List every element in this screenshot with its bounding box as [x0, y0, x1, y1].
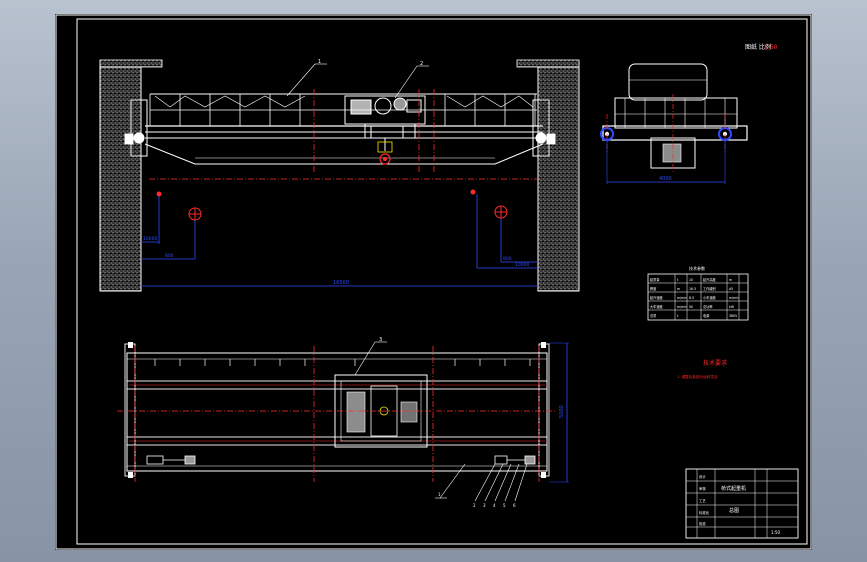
tech-row-3-c2: m/min	[677, 296, 687, 300]
callout-list-2: 2	[473, 503, 476, 508]
tech-row-5-c5: 380V	[729, 314, 738, 318]
plan-centre-lines	[117, 346, 555, 482]
tech-row-5-c2: t	[677, 314, 679, 318]
dim-span: 16500	[333, 280, 349, 286]
tech-row-2-c1: 跨度	[650, 286, 657, 291]
callout-list-6: 6	[513, 503, 516, 508]
plan-gearbox	[400, 401, 418, 423]
tech-row-4-c5: kW	[729, 305, 735, 309]
side-rail-frame	[614, 97, 738, 129]
scale-value: 1:50	[764, 44, 778, 51]
right-hook-symbol	[470, 189, 508, 219]
hook-block	[377, 138, 393, 165]
dim-left-lift: 10000	[143, 236, 157, 242]
girder-belly	[144, 143, 544, 165]
plan-drive-left	[146, 455, 196, 465]
callout-list-1: 1	[438, 492, 441, 497]
dim-plan-width: 5000	[559, 405, 565, 418]
tech-row-5-c4: 电源	[703, 313, 710, 318]
tech-table-title: 技术参数	[689, 265, 705, 271]
cad-drawing-canvas: 图纸 比例 1:50 16500 10000 800 10000 800 1 2…	[55, 14, 812, 550]
tech-row-4-c2: m/min	[677, 305, 687, 309]
plan-wheel-rb	[541, 472, 546, 478]
dim-right-small: 800	[503, 256, 512, 262]
title-row-5: 批准	[699, 521, 706, 526]
tech-row-5-c1: 总重	[650, 313, 657, 318]
tech-row-1-c2: t	[677, 278, 679, 282]
tech-row-1-c5: m	[729, 278, 732, 282]
tech-row-1-c4: 起升高度	[703, 277, 717, 282]
dim-end-wheelbase: 4000	[659, 176, 672, 182]
title-block-drawing-no: 总图	[729, 507, 739, 514]
tech-row-3-c5: m/min	[729, 296, 739, 300]
plan-wheel-rt	[541, 342, 546, 348]
left-hook-symbol	[156, 191, 202, 221]
callout-list-3: 3	[483, 503, 486, 508]
callout-plan-trolley-leader	[354, 341, 376, 376]
plan-motor	[346, 391, 366, 433]
plan-top-brackets	[154, 359, 531, 366]
cad-viewport[interactable]: 图纸 比例 1:50 16500 10000 800 10000 800 1 2…	[55, 14, 812, 550]
right-wall	[537, 60, 580, 292]
right-wall-cap	[516, 59, 580, 68]
callout-plan-trolley: 3	[379, 337, 382, 343]
tech-row-4-c4: 总功率	[703, 304, 713, 309]
title-row-2: 审核	[699, 486, 706, 491]
tech-row-2-c2: m	[677, 287, 680, 291]
dim-left-small: 800	[165, 253, 174, 259]
side-hoist-drum	[662, 143, 682, 163]
tech-row-2-c3: 16.5	[689, 287, 696, 291]
left-wall	[99, 60, 142, 292]
callout-girder: 1	[318, 59, 321, 65]
side-cab-top	[628, 63, 708, 101]
tech-row-4-c1: 大车速度	[650, 304, 664, 309]
tech-row-4-c3: 90	[689, 305, 693, 309]
dim-right-lift: 10000	[515, 262, 529, 268]
truss-diagonals	[154, 95, 534, 108]
front-elevation-view: 16500 10000 800 10000 800 1 2	[99, 59, 580, 292]
tech-parameter-table: 技术参数 起重量 t 10 起升高度 m 跨度 m 16.5 工作级别 A5 起…	[647, 265, 749, 321]
left-wall-cap	[99, 59, 163, 68]
front-centre-lines	[149, 89, 537, 180]
tech-row-3-c4: 小车速度	[703, 295, 717, 300]
title-row-3: 工艺	[699, 498, 706, 503]
plan-drive-right	[494, 455, 536, 465]
title-block-title: 桥式起重机	[721, 485, 746, 492]
tech-req-line: 1. 调整后各部分运转灵活	[677, 374, 718, 379]
tech-row-3-c3: 8.5	[689, 296, 694, 300]
callout-trolley: 2	[420, 61, 423, 67]
tech-row-1-c3: 10	[689, 278, 693, 282]
plan-outline	[126, 352, 548, 472]
tech-req-title: 技术要求	[703, 359, 727, 367]
title-row-1: 设计	[699, 474, 706, 479]
plan-view: 5000 3 1 2 3 4 5 6	[117, 337, 569, 508]
tech-row-2-c4: 工作级别	[703, 286, 716, 291]
callout-girder-leader	[286, 63, 316, 97]
callout-list-4: 4	[493, 503, 496, 508]
title-block: 设计 审核 工艺 标准化 批准 桥式起重机 总图 1:50	[685, 468, 799, 539]
callout-trolley-leader	[394, 65, 418, 99]
tech-row-2-c5: A5	[729, 287, 733, 291]
side-elevation-view: 4000	[600, 63, 748, 184]
tech-row-3-c1: 起升速度	[650, 295, 664, 300]
side-railing-posts	[615, 98, 737, 128]
plan-wheel-lt	[128, 342, 133, 348]
plan-wheel-lb	[128, 472, 133, 478]
tech-row-1-c1: 起重量	[650, 277, 660, 282]
plan-bottom-leaders	[435, 463, 528, 502]
title-row-4: 标准化	[699, 510, 710, 515]
callout-list-5: 5	[503, 503, 506, 508]
title-block-scale: 1:50	[771, 530, 780, 535]
front-dimensions	[141, 194, 538, 287]
